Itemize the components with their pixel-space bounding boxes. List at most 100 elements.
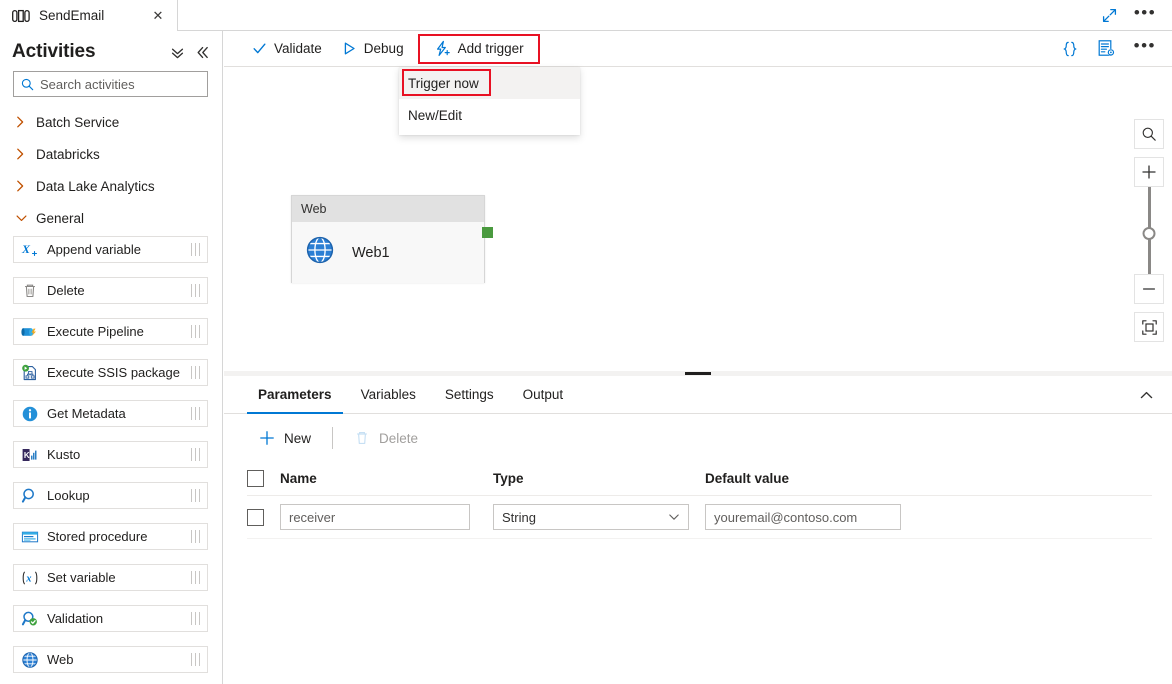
search-input[interactable] [14, 72, 207, 96]
cell-parameter-type: String [493, 504, 705, 530]
sidebar-group-general[interactable]: General [0, 202, 222, 234]
sidebar-group-data-lake-analytics[interactable]: Data Lake Analytics [0, 170, 222, 202]
add-trigger-button[interactable]: Add trigger [424, 34, 534, 64]
svg-text:X: X [21, 242, 31, 256]
page-title: Activities [12, 41, 96, 62]
column-header-name: Name [280, 471, 317, 486]
close-icon[interactable]: ✕ [149, 7, 167, 25]
info-icon [21, 405, 39, 423]
activity-web[interactable]: Web [13, 646, 208, 673]
cell-parameter-name [280, 504, 493, 530]
node-output-port[interactable] [482, 227, 493, 238]
drag-handle[interactable] [190, 325, 204, 338]
table-header-row: Name Type Default value [247, 462, 1152, 496]
plus-icon [259, 430, 275, 446]
menu-item-new-edit[interactable]: New/Edit [399, 99, 580, 131]
pipeline-canvas[interactable]: Web Web1 [224, 67, 1172, 371]
activity-get-metadata[interactable]: Get Metadata [13, 400, 208, 427]
row-select-cell [247, 508, 280, 526]
activity-label: Kusto [47, 447, 81, 462]
sidebar-group-batch-service[interactable]: Batch Service [0, 106, 222, 138]
tab-output[interactable]: Output [512, 376, 575, 413]
activity-set-variable[interactable]: x Set variable [13, 564, 208, 591]
activity-execute-pipeline[interactable]: Execute Pipeline [13, 318, 208, 345]
curly-braces-icon[interactable] [1061, 40, 1079, 58]
magnifier-icon [21, 487, 39, 505]
kusto-icon: K [21, 446, 39, 464]
tab-parameters[interactable]: Parameters [247, 376, 343, 414]
drag-handle[interactable] [190, 489, 204, 502]
parameter-type-select[interactable]: String [493, 504, 689, 530]
append-variable-icon: X [21, 241, 39, 259]
select-all-checkbox[interactable] [247, 470, 264, 487]
expand-diagonal-icon[interactable] [1098, 5, 1120, 27]
select-all-cell [247, 470, 280, 487]
drag-handle[interactable] [190, 366, 204, 379]
activity-label: Set variable [47, 570, 116, 585]
trash-icon [354, 430, 370, 446]
drag-handle[interactable] [190, 284, 204, 297]
sidebar-group-label: General [36, 210, 85, 226]
search-box[interactable] [13, 71, 208, 97]
tab-sendemail[interactable]: SendEmail ✕ [0, 0, 178, 31]
delete-parameter-button: Delete [342, 422, 430, 454]
activity-delete[interactable]: Delete [13, 277, 208, 304]
delete-label: Delete [379, 430, 419, 446]
debug-button[interactable]: Debug [332, 34, 414, 64]
drag-handle[interactable] [190, 571, 204, 584]
menu-item-label: New/Edit [408, 107, 463, 123]
activity-label: Delete [47, 283, 85, 298]
command-bar-right-actions: ••• [1061, 37, 1172, 58]
parameter-name-input[interactable] [280, 504, 470, 530]
cell-parameter-default-value [705, 504, 925, 530]
new-parameter-button[interactable]: New [247, 422, 323, 454]
sidebar-group-label: Data Lake Analytics [36, 178, 155, 194]
activity-node-web1[interactable]: Web Web1 [291, 195, 485, 283]
validate-button[interactable]: Validate [242, 34, 332, 64]
drag-handle[interactable] [190, 243, 204, 256]
activity-validation[interactable]: Validation [13, 605, 208, 632]
pipeline-icon [12, 9, 31, 23]
activity-lookup[interactable]: Lookup [13, 482, 208, 509]
activity-groups: Batch Service Databricks Data Lake Analy… [0, 97, 222, 234]
ellipsis-icon[interactable]: ••• [1134, 37, 1156, 54]
zoom-slider[interactable] [1134, 187, 1164, 274]
drag-handle[interactable] [190, 448, 204, 461]
svg-text:x: x [25, 573, 31, 584]
activity-kusto[interactable]: K Kusto [13, 441, 208, 468]
activity-label: Web [47, 652, 74, 667]
table-row: String [247, 496, 1152, 539]
tab-label: SendEmail [39, 8, 105, 23]
activity-stored-procedure[interactable]: Stored procedure [13, 523, 208, 550]
node-body: Web1 [292, 222, 484, 283]
zoom-search-icon[interactable] [1134, 119, 1164, 149]
tab-settings[interactable]: Settings [434, 376, 505, 413]
chevron-up-icon[interactable] [1132, 376, 1160, 414]
node-type-label: Web [292, 196, 484, 222]
tab-variables[interactable]: Variables [350, 376, 427, 413]
menu-item-trigger-now[interactable]: Trigger now [399, 67, 580, 99]
ellipsis-icon[interactable]: ••• [1134, 4, 1156, 27]
fit-to-screen-icon[interactable] [1134, 312, 1164, 342]
parameters-toolbar: New Delete [224, 414, 1172, 462]
activity-append-variable[interactable]: X Append variable [13, 236, 208, 263]
zoom-slider-thumb[interactable] [1142, 227, 1156, 240]
pipeline-command-bar: Validate Debug Add trigger ••• [224, 31, 1172, 67]
activity-execute-ssis-package[interactable]: Execute SSIS package [13, 359, 208, 386]
drag-handle[interactable] [190, 407, 204, 420]
activity-label: Execute Pipeline [47, 324, 144, 339]
zoom-out-button[interactable] [1134, 274, 1164, 304]
properties-gear-icon[interactable] [1097, 39, 1116, 58]
row-checkbox[interactable] [247, 508, 264, 526]
double-chevron-down-icon[interactable] [170, 45, 185, 60]
double-chevron-left-icon[interactable] [195, 45, 210, 60]
checkmark-icon [252, 41, 267, 56]
sidebar-group-databricks[interactable]: Databricks [0, 138, 222, 170]
parameter-default-value-input[interactable] [705, 504, 901, 530]
chevron-right-icon [16, 180, 27, 192]
zoom-in-button[interactable] [1134, 157, 1164, 187]
splitter-grip[interactable] [685, 372, 711, 375]
drag-handle[interactable] [190, 530, 204, 543]
drag-handle[interactable] [190, 612, 204, 625]
drag-handle[interactable] [190, 653, 204, 666]
